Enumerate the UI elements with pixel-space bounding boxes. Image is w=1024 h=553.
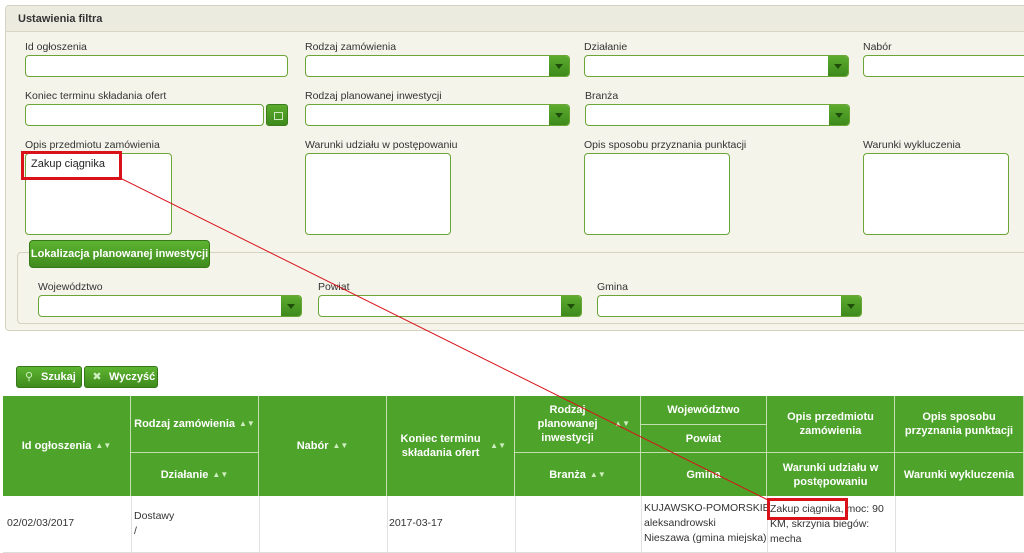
panel-header: Ustawienia filtra	[6, 6, 1024, 32]
cell-opis-line3: mecha	[770, 533, 802, 545]
chevron-down-icon	[841, 296, 861, 316]
panel-title: Ustawienia filtra	[18, 13, 103, 25]
warunki-udzialu-textarea[interactable]	[305, 153, 451, 235]
cell-gmina: Nieszawa (gmina miejska)	[644, 532, 767, 544]
rodzaj-inwestycji-select[interactable]	[305, 104, 570, 126]
rodzaj-zamowienia-select[interactable]	[305, 55, 570, 77]
rodzaj-inwestycji-label: Rodzaj planowanej inwestycji	[305, 90, 442, 102]
chevron-down-icon	[828, 56, 848, 76]
col-header-powiat[interactable]: Powiat	[641, 425, 767, 453]
search-icon: ⚲	[24, 371, 34, 383]
id-label: Id ogłoszenia	[25, 41, 87, 53]
nabor-input[interactable]	[863, 55, 1024, 77]
grid-header: Id ogłoszenia ▲▼ Rodzaj zamówienia ▲▼ Dzia…	[3, 396, 1024, 496]
clear-button-label: Wyczyść	[109, 371, 156, 383]
dzialanie-label: Działanie	[584, 41, 628, 53]
col-header-nabor[interactable]: Nabór ▲▼	[259, 396, 387, 496]
wojewodztwo-label: Województwo	[38, 281, 103, 293]
col-header-warunki[interactable]: Warunki udziału w postępowaniu	[767, 453, 895, 496]
nabor-label: Nabór	[863, 41, 892, 53]
close-icon: ✖	[92, 371, 102, 383]
gmina-select[interactable]	[597, 295, 862, 317]
sort-icon: ▲▼	[239, 419, 255, 428]
lokalizacja-button[interactable]: Lokalizacja planowanej inwestycji	[29, 240, 210, 268]
cell-koniec: 2017-03-17	[389, 517, 443, 529]
branza-label: Branża	[585, 90, 619, 102]
chevron-down-icon	[829, 105, 849, 125]
sort-icon: ▲▼	[614, 419, 630, 428]
opis-przedmiotu-label: Opis przedmiotu zamówienia	[25, 139, 160, 151]
col-header-wojewodztwo[interactable]: Województwo	[641, 396, 767, 425]
cell-powiat: aleksandrowski	[644, 517, 716, 529]
col-header-wykluczenia[interactable]: Warunki wykluczenia	[895, 453, 1024, 496]
col-header-punktacja[interactable]: Opis sposobu przyznania punktacji	[895, 396, 1024, 453]
sort-icon: ▲▼	[490, 441, 506, 450]
col-header-branza[interactable]: Branża ▲▼	[515, 453, 641, 496]
col-header-id[interactable]: Id ogłoszenia ▲▼	[3, 396, 131, 496]
sort-icon: ▲▼	[95, 441, 112, 450]
highlight-box-filter	[21, 151, 122, 180]
cell-id: 02/02/03/2017	[7, 517, 75, 529]
chevron-down-icon	[281, 296, 301, 316]
gmina-label: Gmina	[597, 281, 628, 293]
chevron-down-icon	[561, 296, 581, 316]
id-input[interactable]	[25, 55, 288, 77]
highlight-box-result	[767, 498, 848, 520]
col-header-opis[interactable]: Opis przedmiotu zamówienia	[767, 396, 895, 453]
col-header-koniec[interactable]: Koniec terminu składania ofert ▲▼	[387, 396, 515, 496]
warunki-wykluczenia-label: Warunki wykluczenia	[863, 139, 961, 151]
sort-icon: ▲▼	[332, 441, 349, 450]
col-header-dzialanie[interactable]: Działanie ▲▼	[131, 453, 259, 496]
koniec-terminu-input[interactable]	[25, 104, 264, 126]
col-header-rodzaj-inwestycji[interactable]: Rodzaj planowanej inwestycji ▲▼	[515, 396, 641, 453]
col-header-rodzaj-zamowienia[interactable]: Rodzaj zamówienia ▲▼	[131, 396, 259, 453]
cell-rodzaj-zamowienia: Dostawy	[134, 510, 175, 522]
rodzaj-zamowienia-label: Rodzaj zamówienia	[305, 41, 397, 53]
warunki-udzialu-label: Warunki udziału w postępowaniu	[305, 139, 458, 151]
wojewodztwo-select[interactable]	[38, 295, 302, 317]
cell-dzialanie: /	[134, 525, 137, 537]
col-header-gmina[interactable]: Gmina	[641, 453, 767, 496]
chevron-down-icon	[549, 105, 569, 125]
branza-select[interactable]	[585, 104, 850, 126]
clear-button[interactable]: ✖ Wyczyść	[84, 366, 158, 388]
cell-wojewodztwo: KUJAWSKO-POMORSKIE	[644, 502, 770, 514]
opis-punktacji-label: Opis sposobu przyznania punktacji	[584, 139, 747, 151]
search-button[interactable]: ⚲ Szukaj	[16, 366, 82, 388]
koniec-terminu-label: Koniec terminu składania ofert	[25, 90, 167, 102]
search-button-label: Szukaj	[41, 371, 76, 383]
sort-icon: ▲▼	[212, 469, 229, 479]
warunki-wykluczenia-textarea[interactable]	[863, 153, 1009, 235]
sort-icon: ▲▼	[589, 469, 606, 479]
dzialanie-select[interactable]	[584, 55, 849, 77]
chevron-down-icon	[549, 56, 569, 76]
opis-punktacji-textarea[interactable]	[584, 153, 730, 235]
powiat-select[interactable]	[318, 295, 582, 317]
calendar-icon[interactable]	[266, 104, 288, 126]
table-row[interactable]: 02/02/03/2017 Dostawy / 2017-03-17 KUJAW…	[3, 496, 1024, 553]
powiat-label: Powiat	[318, 281, 350, 293]
